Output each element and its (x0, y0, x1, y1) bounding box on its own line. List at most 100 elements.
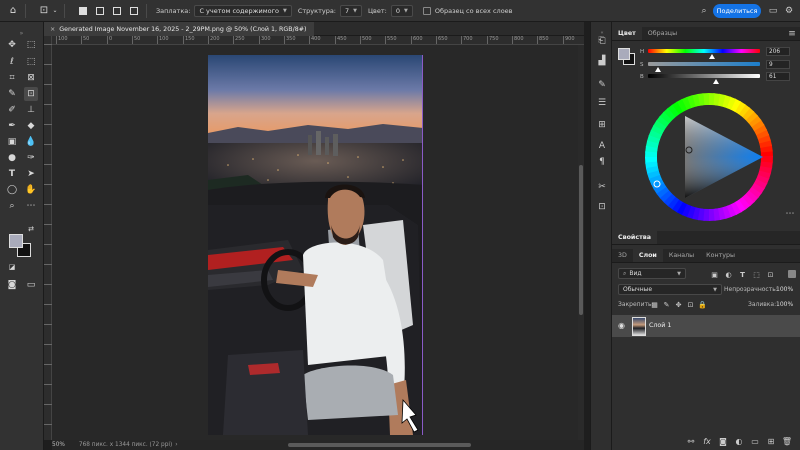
crop-icon[interactable]: ⌗ (5, 71, 19, 85)
color-wheel[interactable] (644, 92, 774, 222)
tab-layers[interactable]: Слои (632, 249, 663, 262)
status-menu-icon[interactable]: › (175, 442, 177, 448)
saturation-track[interactable] (648, 62, 760, 66)
share-button[interactable]: Поделиться (713, 4, 761, 18)
path-select-icon[interactable]: ➤ (24, 167, 38, 181)
pixel-filter-icon[interactable]: ▣ (710, 270, 719, 279)
tab-color[interactable]: Цвет (612, 27, 642, 40)
folder-icon[interactable]: ▭ (750, 436, 760, 446)
sample-all-layers-checkbox[interactable] (422, 6, 431, 15)
marquee-icon[interactable]: ⬚ (24, 38, 38, 52)
foreground-color-swatch[interactable] (9, 234, 23, 248)
layer-thumbnail[interactable] (632, 317, 646, 336)
tab-paths[interactable]: Контуры (700, 249, 741, 262)
history-brush-icon[interactable]: ✒ (5, 119, 19, 133)
lock-transparency-icon[interactable]: ▦ (650, 300, 659, 309)
canvas-area[interactable] (52, 45, 584, 440)
saturation-value[interactable]: 9 (766, 60, 790, 69)
adjustment-layer-icon[interactable]: ◐ (734, 436, 744, 446)
tools-icon[interactable]: ✂ (595, 180, 609, 194)
document-image[interactable] (208, 55, 423, 435)
patch-mode-select[interactable]: С учетом содержимого ▼ (194, 4, 292, 17)
fill-value[interactable]: 100% (776, 301, 793, 308)
screen-mode-icon[interactable]: ▭ (24, 278, 38, 292)
blur-icon[interactable]: 💧 (24, 135, 38, 149)
blend-mode-select[interactable]: Обычные ▼ (618, 284, 722, 295)
subtract-selection-icon[interactable] (110, 4, 124, 18)
new-selection-icon[interactable] (76, 4, 90, 18)
layer-name[interactable]: Слой 1 (649, 322, 671, 329)
wheel-options-icon[interactable]: ⋯ (784, 208, 796, 220)
link-icon[interactable]: ⚯ (686, 436, 696, 446)
dodge-icon[interactable]: ● (5, 151, 19, 165)
gradient-icon[interactable]: ▣ (5, 135, 19, 149)
document-tab[interactable]: × Generated Image November 16, 2025 - 2_… (44, 22, 315, 36)
paragraph-icon[interactable]: ¶ (595, 155, 609, 169)
filter-toggle[interactable] (788, 270, 796, 278)
search-icon[interactable]: ⌕ (698, 5, 710, 17)
brightness-value[interactable]: 61 (766, 72, 790, 81)
tab-channels[interactable]: Каналы (663, 249, 700, 262)
shape-filter-icon[interactable]: ⬚ (752, 270, 761, 279)
hue-track[interactable] (648, 49, 760, 53)
navigator-icon[interactable]: ⊡ (595, 200, 609, 214)
eye-icon[interactable]: ◉ (618, 321, 625, 330)
saturation-knob[interactable] (655, 67, 662, 72)
shape-icon[interactable]: ◯ (5, 183, 19, 197)
patch-tool-icon[interactable]: ⊡ (37, 4, 51, 18)
mask-icon[interactable]: ◙ (718, 436, 728, 446)
libraries-icon[interactable]: ⊞ (595, 118, 609, 132)
lock-all-icon[interactable]: 🔒 (698, 300, 707, 309)
hue-knob[interactable] (709, 54, 716, 59)
layer-row[interactable]: ◉ Слой 1 (612, 315, 800, 337)
home-icon[interactable]: ⌂ (6, 4, 20, 18)
type-icon[interactable]: T (5, 167, 19, 181)
frame-icon[interactable]: ⊠ (24, 71, 38, 85)
panel-menu-icon[interactable]: ≡ (786, 28, 798, 40)
eyedropper-icon[interactable]: ✎ (5, 87, 19, 101)
lock-position-icon[interactable]: ✥ (674, 300, 683, 309)
foreground-color-swatch[interactable] (618, 48, 630, 60)
character-icon[interactable]: A (595, 139, 609, 153)
quick-mask-icon[interactable]: ◙ (5, 278, 19, 292)
new-layer-icon[interactable]: ⊞ (766, 436, 776, 446)
tab-properties[interactable]: Свойства (612, 231, 657, 244)
lock-artboard-icon[interactable]: ⊡ (686, 300, 695, 309)
lock-pixels-icon[interactable]: ✎ (662, 300, 671, 309)
brush-icon[interactable]: ✐ (5, 103, 19, 117)
stamp-icon[interactable]: ⊥ (24, 103, 38, 117)
adjustments-icon[interactable]: ☰ (595, 96, 609, 110)
fx-icon[interactable]: fx (702, 436, 712, 446)
tab-3d[interactable]: 3D (612, 249, 633, 262)
histogram-icon[interactable]: ▟ (595, 54, 609, 68)
brightness-track[interactable] (648, 74, 760, 78)
scroll-thumb[interactable] (579, 165, 583, 315)
trash-icon[interactable]: 🗑 (782, 436, 792, 446)
default-colors-icon[interactable]: ◪ (5, 260, 19, 274)
hue-value[interactable]: 206 (766, 47, 790, 56)
workspace-icon[interactable]: ▭ (767, 5, 779, 17)
close-icon[interactable]: × (50, 26, 55, 33)
layer-filter-select[interactable]: ⌕ Вид ▼ (618, 268, 686, 279)
zoom-icon[interactable]: ⌕ (5, 199, 19, 213)
object-select-icon[interactable]: ⬚ (24, 55, 38, 69)
structure-input[interactable]: 7 ▼ (340, 4, 362, 17)
lasso-icon[interactable]: ℓ (5, 55, 19, 69)
hand-icon[interactable]: ✋ (24, 183, 38, 197)
eraser-icon[interactable]: ◆ (24, 119, 38, 133)
adjustment-filter-icon[interactable]: ◐ (724, 270, 733, 279)
tab-swatches[interactable]: Образцы (642, 27, 683, 40)
brush-settings-icon[interactable]: ✎ (595, 78, 609, 92)
scroll-thumb[interactable] (288, 443, 471, 447)
history-icon[interactable]: ⎗ (595, 34, 609, 48)
brightness-knob[interactable] (713, 79, 720, 84)
spot-heal-icon[interactable]: ⊡ (24, 87, 38, 101)
more-icon[interactable]: ⋯ (24, 199, 38, 213)
chevron-down-icon[interactable]: ⌄ (51, 4, 59, 18)
type-filter-icon[interactable]: T (738, 270, 747, 279)
swap-colors-icon[interactable]: ⇄ (24, 222, 38, 236)
opacity-value[interactable]: 100% (776, 286, 793, 293)
color-input[interactable]: 0 ▼ (390, 4, 413, 17)
gear-icon[interactable]: ⚙ (783, 5, 795, 17)
add-selection-icon[interactable] (93, 4, 107, 18)
